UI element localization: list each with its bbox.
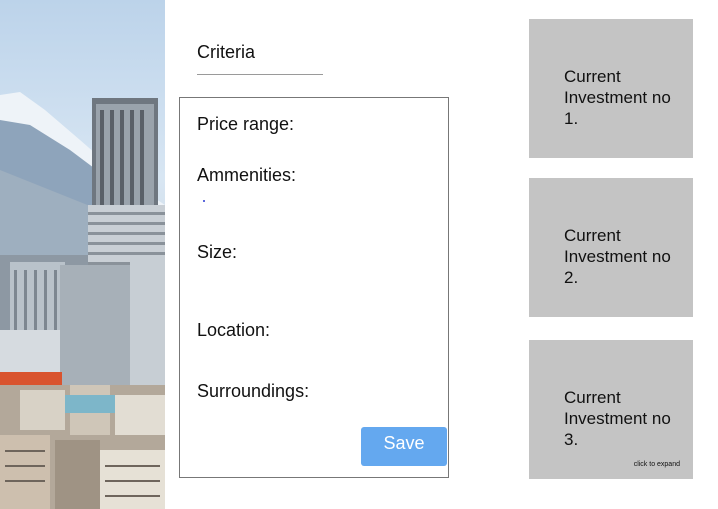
price-range-label: Price range: xyxy=(197,114,295,134)
size-label: Size: xyxy=(197,242,238,262)
city-skyline-image xyxy=(0,0,165,509)
criteria-title: Criteria xyxy=(197,42,256,62)
investment-card-3[interactable]: Current Investment no 3. click to expand xyxy=(529,340,693,479)
amenities-input-dot xyxy=(203,200,205,202)
amenities-label: Ammenities: xyxy=(197,165,297,185)
investment-card-label: Current Investment no 1. xyxy=(564,67,671,128)
location-label: Location: xyxy=(197,320,271,340)
investment-card-label: Current Investment no 2. xyxy=(564,226,671,287)
save-button[interactable]: Save xyxy=(361,427,447,466)
criteria-form xyxy=(179,97,449,478)
investment-card-label: Current Investment no 3. xyxy=(564,388,671,449)
criteria-underline xyxy=(197,74,323,75)
investment-card-1[interactable]: Current Investment no 1. xyxy=(529,19,693,158)
click-to-expand-hint[interactable]: click to expand xyxy=(634,461,680,468)
surroundings-label: Surroundings: xyxy=(197,381,310,401)
investment-card-2[interactable]: Current Investment no 2. xyxy=(529,178,693,317)
